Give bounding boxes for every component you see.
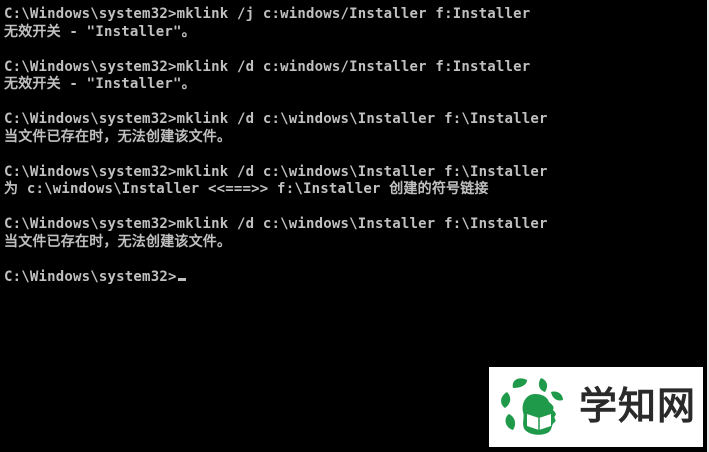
text-cursor	[177, 277, 186, 281]
console-line: 当文件已存在时，无法创建该文件。	[4, 233, 232, 250]
leaf-person-logo-icon	[501, 378, 563, 435]
watermark-logo: 学知网	[489, 367, 703, 447]
console-line: 为 c:\windows\Installer <<===>> f:\Instal…	[4, 181, 489, 197]
console-line: 当文件已存在时，无法创建该文件。	[4, 128, 232, 145]
console-line: C:\Windows\system32>mklink /j c:windows/…	[4, 6, 531, 22]
console-line: 无效开关 - "Installer"。	[4, 23, 196, 40]
console-prompt: C:\Windows\system32>	[4, 268, 177, 285]
console-line: 无效开关 - "Installer"。	[4, 76, 196, 92]
console-line: C:\Windows\system32>mklink /d c:\windows…	[4, 163, 548, 180]
console-line: C:\Windows\system32>mklink /d c:windows/…	[4, 58, 531, 75]
console-prompt-line[interactable]: C:\Windows\system32>	[4, 269, 707, 287]
watermark-text: 学知网	[579, 384, 697, 429]
console-line: C:\Windows\system32>mklink /d c:\windows…	[4, 216, 548, 232]
console-window[interactable]: C:\Windows\system32>mklink /j c:windows/…	[0, 0, 709, 452]
console-line: C:\Windows\system32>mklink /d c:\windows…	[4, 111, 548, 127]
